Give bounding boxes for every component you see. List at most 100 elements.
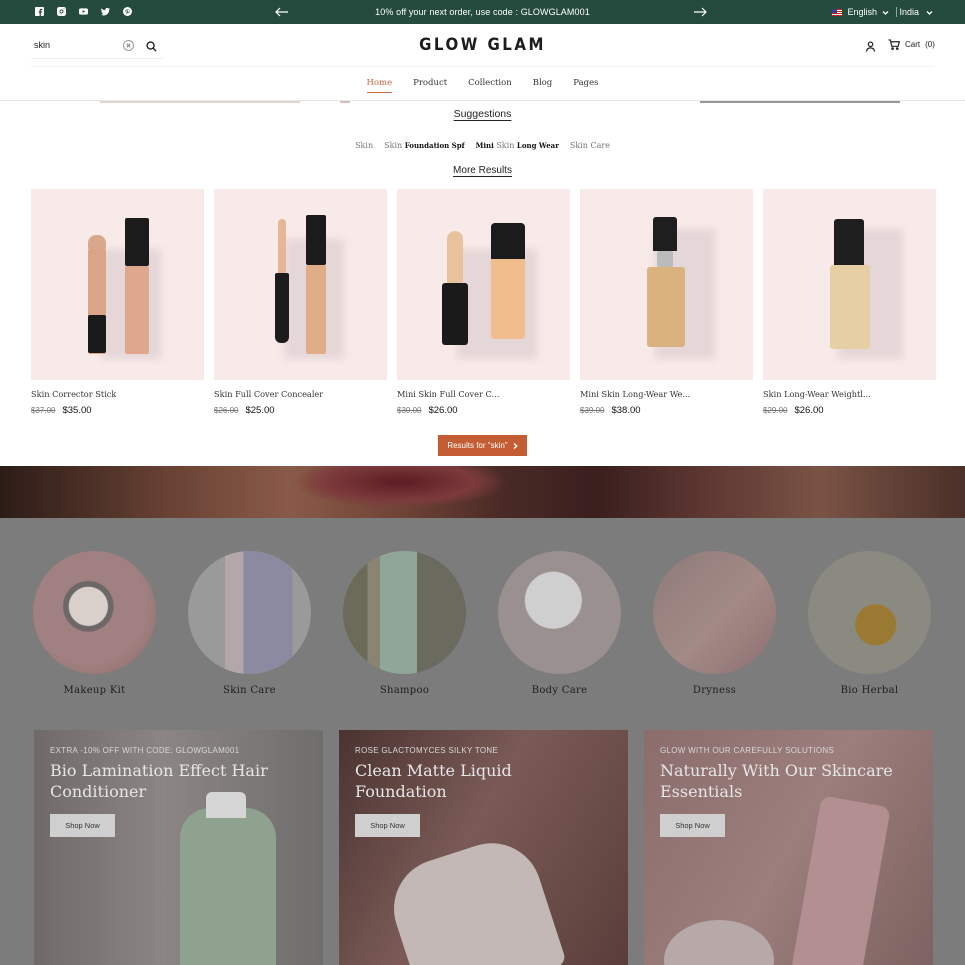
category-image[interactable] — [33, 551, 156, 674]
hero-image — [0, 466, 965, 518]
cart-icon — [888, 39, 900, 50]
category-item[interactable]: Shampoo — [343, 551, 466, 696]
cart-button[interactable]: Cart (0) — [888, 39, 935, 50]
country-selector[interactable]: India — [899, 7, 933, 17]
category-image[interactable] — [188, 551, 311, 674]
nav-product[interactable]: Product — [413, 78, 447, 93]
promo-next-arrow-icon[interactable] — [692, 4, 708, 20]
banner-kicker: GLOW WITH OUR CAREFULLY SOLUTIONS — [660, 746, 835, 755]
category-label[interactable]: Shampoo — [380, 685, 429, 696]
promo-banner[interactable]: ROSE GLACTOMYCES SILKY TONE Clean Matte … — [339, 730, 628, 965]
nav-home[interactable]: Home — [366, 78, 393, 93]
suggestion-item[interactable]: Mini Skin Long Wear — [476, 141, 559, 150]
old-price: $26.00 — [214, 406, 239, 415]
category-item[interactable]: Skin Care — [188, 551, 311, 696]
banner-kicker: EXTRA -10% OFF WITH CODE: GLOWGLAM001 — [50, 746, 240, 755]
product-name[interactable]: Mini Skin Full Cover C... — [397, 389, 570, 399]
old-price: $39.00 — [580, 406, 605, 415]
banner-list: EXTRA -10% OFF WITH CODE: GLOWGLAM001 Bi… — [34, 730, 933, 965]
main-nav: Home Product Collection Blog Pages — [0, 78, 965, 93]
price-row: $37.00 $35.00 — [31, 405, 204, 416]
sale-price: $35.00 — [62, 405, 92, 416]
view-results-label: Results for "skin" — [447, 441, 508, 450]
old-price: $29.00 — [763, 406, 788, 415]
sale-price: $26.00 — [428, 405, 458, 416]
banner-kicker: ROSE GLACTOMYCES SILKY TONE — [355, 746, 499, 755]
sale-price: $38.00 — [611, 405, 641, 416]
suggestion-item[interactable]: Skin Care — [570, 141, 610, 150]
category-image[interactable] — [343, 551, 466, 674]
chevron-down-icon — [926, 9, 933, 16]
divider — [896, 7, 897, 17]
announcement-bar: 10% off your next order, use code : GLOW… — [0, 0, 965, 24]
category-item[interactable]: Bio Herbal — [808, 551, 931, 696]
site-header: GLOW GLAM Cart (0) Home Product Collecti… — [0, 24, 965, 101]
chevron-down-icon — [882, 9, 889, 16]
product-card[interactable]: Skin Corrector Stick $37.00 $35.00 — [31, 189, 204, 416]
product-card[interactable]: Skin Long-Wear Weightl... $29.00 $26.00 — [763, 189, 936, 416]
product-card[interactable]: Skin Full Cover Concealer $26.00 $25.00 — [214, 189, 387, 416]
category-image[interactable] — [498, 551, 621, 674]
cart-label: Cart — [905, 40, 921, 49]
sale-price: $25.00 — [245, 405, 275, 416]
category-list: Makeup Kit Skin Care Shampoo Body Care D… — [33, 551, 931, 696]
product-name[interactable]: Skin Corrector Stick — [31, 389, 204, 399]
banner-title: Naturally With Our Skincare Essentials — [660, 761, 893, 801]
price-row: $30.00 $26.00 — [397, 405, 570, 416]
suggestion-item[interactable]: Skin — [355, 141, 373, 150]
product-grid: Skin Corrector Stick $37.00 $35.00 Skin … — [31, 189, 936, 416]
category-label[interactable]: Body Care — [532, 685, 588, 696]
category-image[interactable] — [653, 551, 776, 674]
price-row: $39.00 $38.00 — [580, 405, 753, 416]
suggestion-item[interactable]: Skin Foundation Spf — [384, 141, 465, 150]
product-name[interactable]: Skin Full Cover Concealer — [214, 389, 387, 399]
view-results-button[interactable]: Results for "skin" — [438, 435, 527, 456]
old-price: $37.00 — [31, 406, 56, 415]
product-name[interactable]: Mini Skin Long-Wear We... — [580, 389, 753, 399]
banner-title: Clean Matte Liquid Foundation — [355, 761, 512, 801]
sale-price: $26.00 — [794, 405, 824, 416]
divider — [31, 66, 934, 67]
banner-title: Bio Lamination Effect Hair Conditioner — [50, 761, 268, 801]
product-image[interactable] — [397, 189, 570, 380]
language-selector[interactable]: English — [832, 7, 889, 17]
shop-now-button[interactable]: Shop Now — [660, 814, 725, 837]
price-row: $26.00 $25.00 — [214, 405, 387, 416]
category-label[interactable]: Dryness — [693, 685, 736, 696]
promo-banner[interactable]: GLOW WITH OUR CAREFULLY SOLUTIONS Natura… — [644, 730, 933, 965]
background-strip — [0, 101, 965, 103]
site-logo[interactable]: GLOW GLAM — [0, 34, 965, 55]
shop-now-button[interactable]: Shop Now — [50, 814, 115, 837]
country-label: India — [899, 7, 919, 17]
product-card[interactable]: Mini Skin Long-Wear We... $39.00 $38.00 — [580, 189, 753, 416]
product-image[interactable] — [763, 189, 936, 380]
suggestion-list: Skin Skin Foundation Spf Mini Skin Long … — [0, 141, 965, 150]
old-price: $30.00 — [397, 406, 422, 415]
price-row: $29.00 $26.00 — [763, 405, 936, 416]
category-label[interactable]: Makeup Kit — [64, 685, 126, 696]
category-label[interactable]: Bio Herbal — [841, 685, 899, 696]
product-image[interactable] — [31, 189, 204, 380]
product-name[interactable]: Skin Long-Wear Weightl... — [763, 389, 936, 399]
promo-banner[interactable]: EXTRA -10% OFF WITH CODE: GLOWGLAM001 Bi… — [34, 730, 323, 965]
product-image[interactable] — [580, 189, 753, 380]
shop-now-button[interactable]: Shop Now — [355, 814, 420, 837]
more-results-link[interactable]: More Results — [0, 165, 965, 176]
category-item[interactable]: Makeup Kit — [33, 551, 156, 696]
category-label[interactable]: Skin Care — [223, 685, 276, 696]
suggestions-title: Suggestions — [453, 108, 512, 120]
nav-pages[interactable]: Pages — [573, 78, 598, 93]
language-label: English — [847, 7, 877, 17]
us-flag-icon — [832, 8, 843, 16]
nav-collection[interactable]: Collection — [468, 78, 512, 93]
product-image[interactable] — [214, 189, 387, 380]
promo-text: 10% off your next order, use code : GLOW… — [375, 7, 590, 17]
nav-blog[interactable]: Blog — [533, 78, 553, 93]
category-item[interactable]: Dryness — [653, 551, 776, 696]
chevron-right-icon — [513, 442, 518, 449]
category-image[interactable] — [808, 551, 931, 674]
cart-count: (0) — [925, 40, 935, 49]
user-account-icon[interactable] — [865, 39, 877, 52]
category-item[interactable]: Body Care — [498, 551, 621, 696]
product-card[interactable]: Mini Skin Full Cover C... $30.00 $26.00 — [397, 189, 570, 416]
